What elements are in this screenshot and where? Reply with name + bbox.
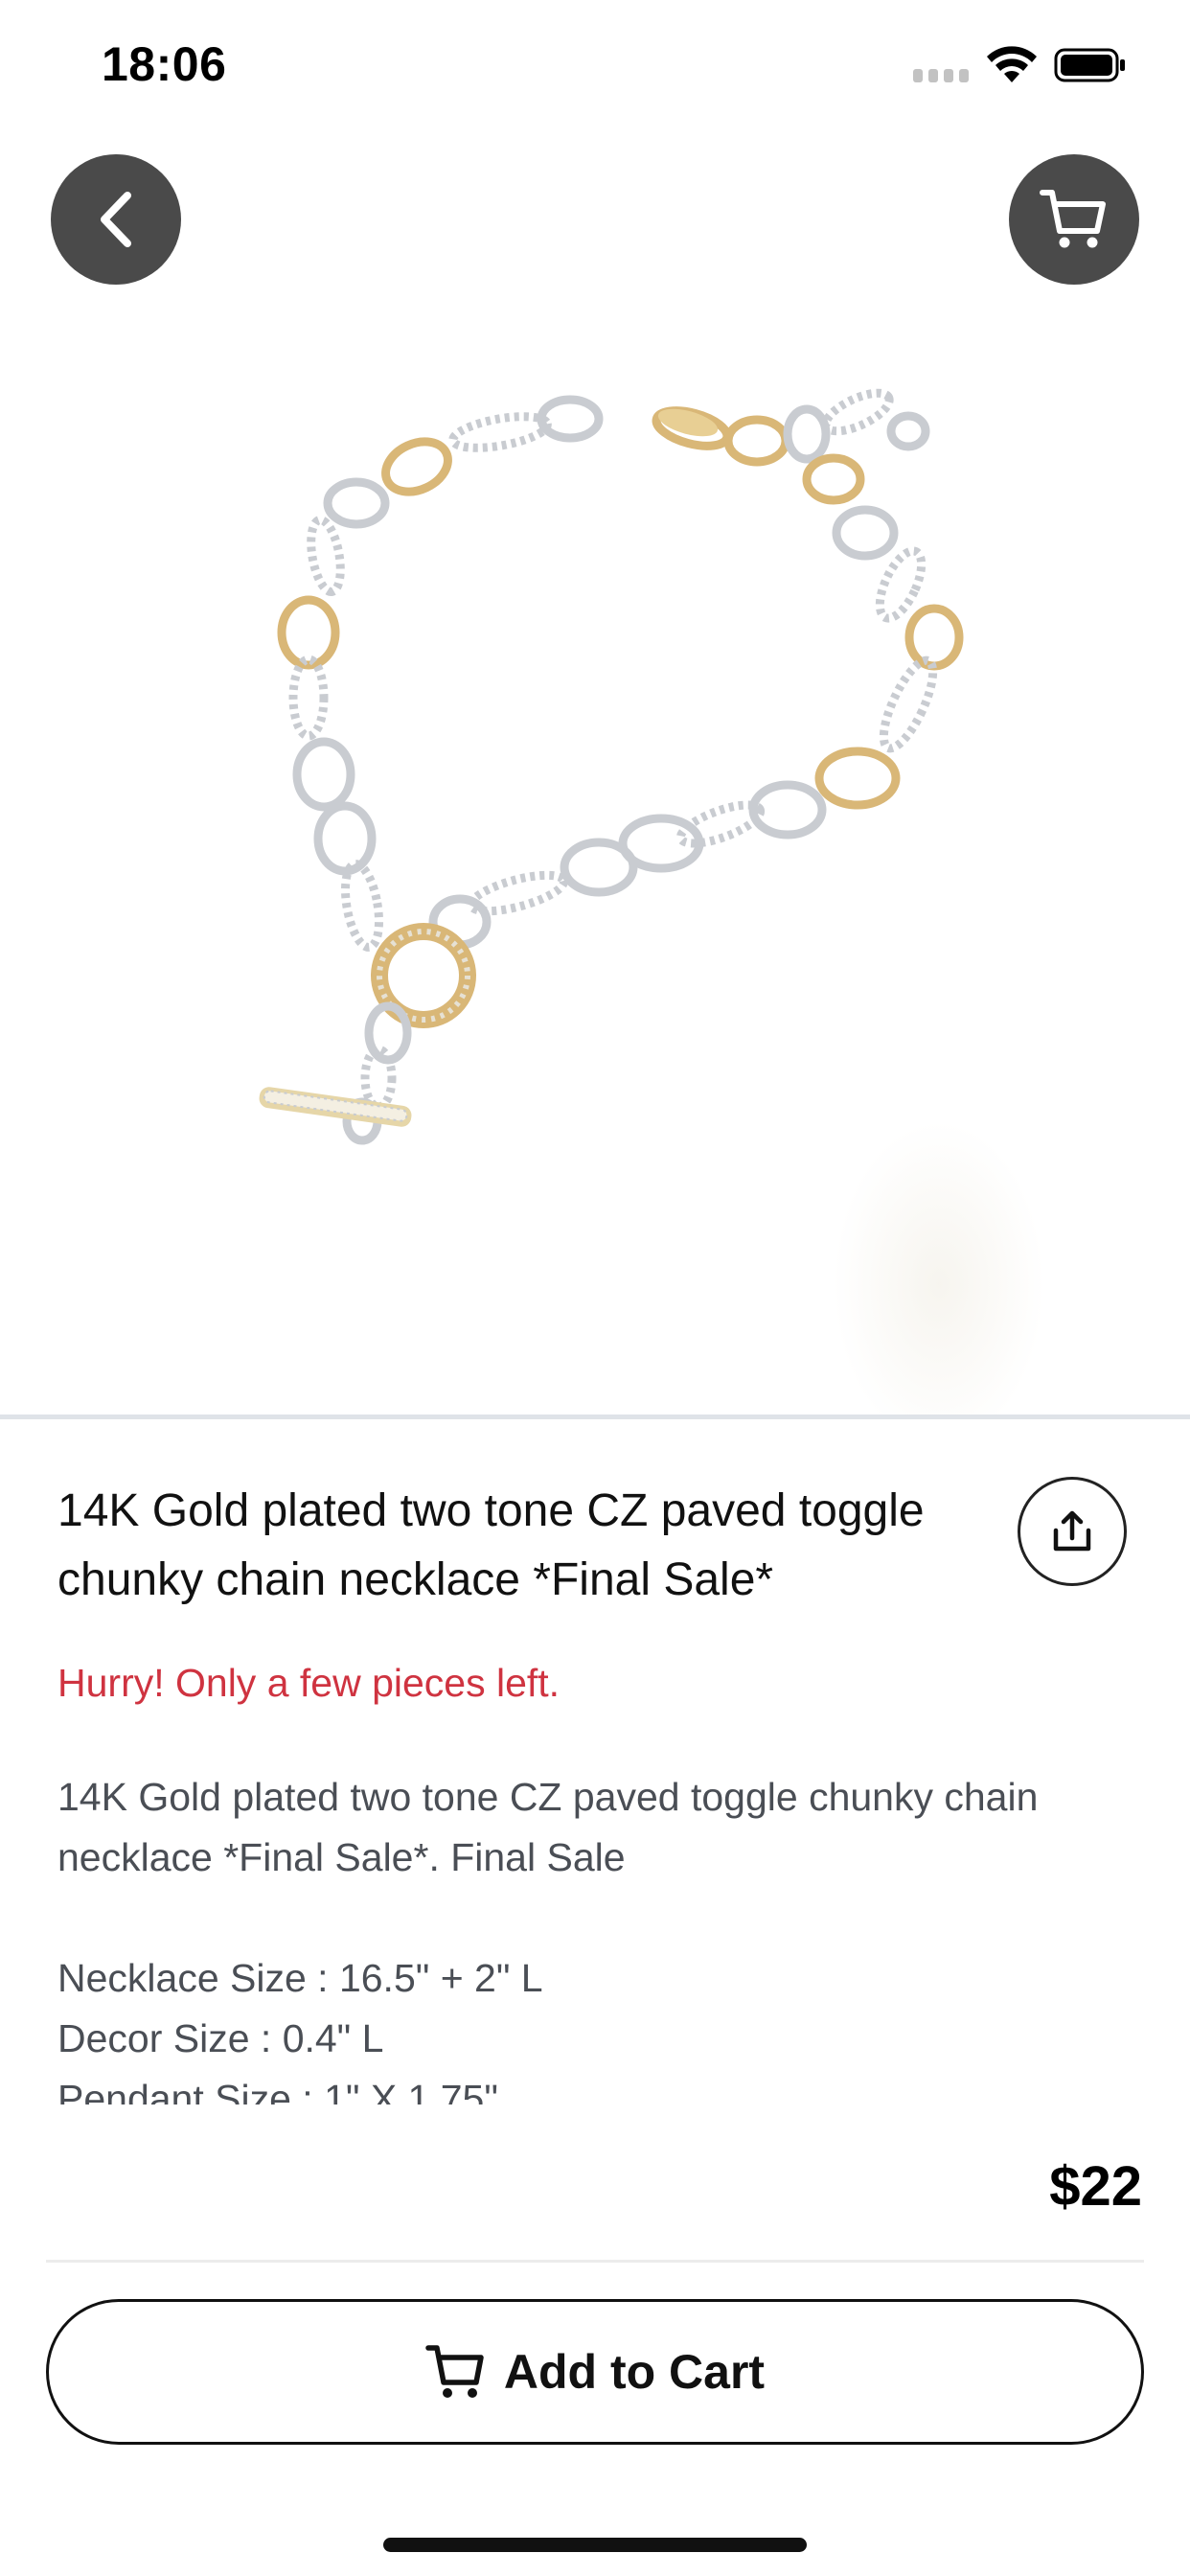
add-to-cart-button[interactable]: Add to Cart <box>46 2299 1144 2445</box>
panel-divider <box>46 2260 1144 2263</box>
product-price: $22 <box>1049 2155 1142 2218</box>
purchase-panel: $22 Add to Cart <box>0 2104 1190 2576</box>
home-indicator[interactable] <box>383 2538 807 2552</box>
wifi-icon <box>987 46 1037 82</box>
add-to-cart-label: Add to Cart <box>503 2345 766 2399</box>
share-icon <box>1053 1510 1091 1552</box>
shopping-cart-icon <box>1040 190 1106 248</box>
product-details[interactable]: 14K Gold plated two tone CZ paved toggle… <box>0 1419 1190 2104</box>
cellular-signal-icon <box>913 69 969 82</box>
necklace-photo <box>259 388 1044 1416</box>
chevron-left-icon <box>101 192 131 247</box>
battery-icon <box>1054 48 1125 82</box>
product-description: 14K Gold plated two tone CZ paved toggle… <box>57 1775 1039 2104</box>
status-time: 18:06 <box>102 37 227 91</box>
shopping-cart-icon <box>425 2345 484 2398</box>
status-bar: 18:06 <box>0 0 1190 125</box>
back-button[interactable] <box>51 154 181 285</box>
product-title: 14K Gold plated two tone CZ paved toggle… <box>57 1485 925 1605</box>
cart-button[interactable] <box>1009 154 1139 285</box>
share-button[interactable] <box>1018 1477 1127 1586</box>
low-stock-notice: Hurry! Only a few pieces left. <box>57 1661 561 1705</box>
product-image[interactable] <box>0 125 1190 1416</box>
